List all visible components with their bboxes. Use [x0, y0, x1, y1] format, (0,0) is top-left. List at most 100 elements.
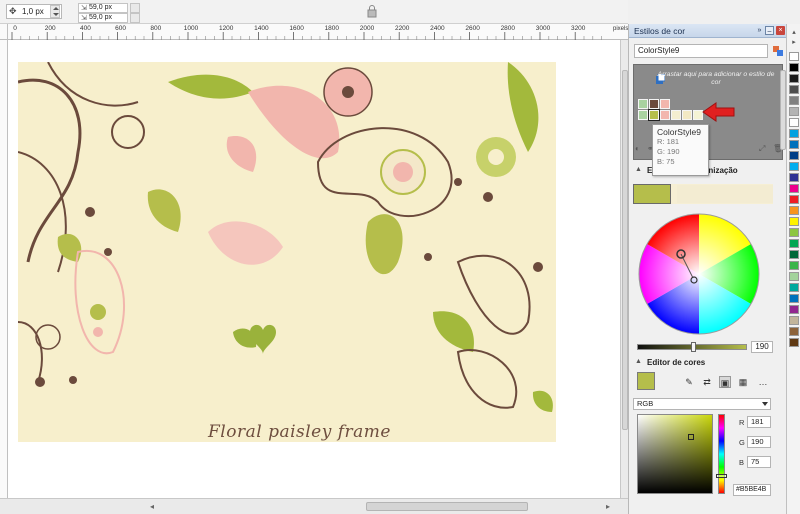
hue-strip-thumb[interactable]: [716, 474, 727, 478]
ruler-tick-label: 2600: [465, 25, 480, 32]
ruler-unit: pixels: [613, 26, 629, 32]
lock-icon[interactable]: [366, 4, 378, 18]
current-color-swatch[interactable]: [637, 372, 655, 390]
harmony-secondary-swatch[interactable]: [677, 185, 773, 203]
minimize-icon[interactable]: –: [765, 26, 774, 35]
palette-swatch[interactable]: [789, 140, 799, 149]
swatch[interactable]: [638, 110, 648, 120]
chevron-right-icon[interactable]: »: [755, 26, 764, 35]
more-icon[interactable]: …: [757, 376, 769, 388]
palette-swatch[interactable]: [789, 63, 799, 72]
brightness-slider-thumb[interactable]: [691, 342, 696, 352]
palette-swatch[interactable]: [789, 151, 799, 160]
horizontal-ruler[interactable]: 0 200 400 600 800 1000 1200 1400 1600 1800 2000 220…: [0, 24, 628, 40]
r-value-field[interactable]: 181: [747, 416, 771, 428]
ruler-ticks: [11, 32, 602, 40]
palette-swatch[interactable]: [789, 107, 799, 116]
palette-swatch[interactable]: [789, 305, 799, 314]
palette-swatch[interactable]: [789, 129, 799, 138]
palette-swatch[interactable]: [789, 195, 799, 204]
color-style-name-field[interactable]: ColorStyle9: [634, 44, 768, 58]
palette-view-icon[interactable]: ▦: [737, 376, 749, 388]
palette-swatch[interactable]: [789, 85, 799, 94]
palette-swatch[interactable]: [789, 283, 799, 292]
palette-swatch[interactable]: [789, 162, 799, 171]
b-value-field[interactable]: 75: [747, 456, 771, 468]
nudge-spinner[interactable]: [50, 5, 60, 18]
duplicate-y-field[interactable]: ⇲ 59,0 px: [78, 13, 128, 23]
palette-swatch[interactable]: [789, 250, 799, 259]
color-model-value: RGB: [637, 399, 654, 408]
palette-scroll-up-icon[interactable]: ▴: [789, 28, 799, 37]
vertical-ruler[interactable]: [0, 40, 8, 498]
palette-swatch[interactable]: [789, 316, 799, 325]
palette-swatch[interactable]: [789, 239, 799, 248]
swap-icon[interactable]: ⇄: [701, 376, 713, 388]
collapse-icon[interactable]: ▲: [635, 358, 642, 365]
palette-swatch[interactable]: [789, 96, 799, 105]
palette-swatch[interactable]: [789, 184, 799, 193]
palette-swatch[interactable]: [789, 294, 799, 303]
palette-swatch[interactable]: [789, 228, 799, 237]
color-editor-header[interactable]: ▲ Editor de cores: [633, 358, 783, 370]
ruler-tick-label: 1000: [183, 25, 199, 32]
hex-value-field[interactable]: #B5BE4B: [733, 484, 771, 496]
color-wheel[interactable]: [637, 212, 761, 336]
palette-swatch[interactable]: [789, 74, 799, 83]
picker-handle[interactable]: [688, 434, 694, 440]
palette-swatch[interactable]: [789, 217, 799, 226]
sliders-icon[interactable]: ▣: [719, 376, 731, 388]
swatch[interactable]: [671, 110, 681, 120]
ruler-tick-label: 2200: [394, 25, 410, 32]
swatch[interactable]: [649, 99, 659, 109]
duplicate-y-value: 59,0 px: [89, 14, 112, 21]
artwork-canvas[interactable]: Floral paisley frame: [18, 62, 556, 442]
brightness-value[interactable]: 190: [751, 341, 773, 353]
horizontal-scroll-thumb[interactable]: [366, 502, 528, 511]
swatch[interactable]: [682, 110, 692, 120]
swatch[interactable]: [638, 99, 648, 109]
vertical-scrollbar[interactable]: [620, 40, 628, 498]
nudge-icon: ✥: [9, 6, 17, 16]
swatch[interactable]: [660, 99, 670, 109]
palette-swatch[interactable]: [789, 272, 799, 281]
palette-swatch[interactable]: [789, 338, 799, 347]
ruler-tick-label: 1600: [289, 25, 304, 32]
hue-strip[interactable]: [718, 414, 725, 494]
swatch[interactable]: [660, 110, 670, 120]
color-model-select[interactable]: RGB: [633, 398, 771, 410]
ruler-tick-label: 3000: [535, 25, 551, 32]
b-label: B: [739, 458, 745, 467]
harmony-main-swatch[interactable]: [633, 184, 671, 204]
docker-title-bar: Estilos de cor » – ×: [629, 24, 787, 38]
scroll-left-icon[interactable]: ◂: [150, 502, 154, 511]
duplicate-icon: ⇲: [81, 5, 87, 12]
duplicate-x-spinner[interactable]: [130, 3, 140, 13]
ruler-tick-label: 1200: [218, 25, 234, 32]
import-icon[interactable]: [772, 45, 784, 57]
palette-icon[interactable]: ◐: [635, 144, 645, 154]
palette-swatch[interactable]: [789, 261, 799, 270]
horizontal-scrollbar[interactable]: ◂ ▸: [0, 498, 628, 514]
ruler-tick-label: 1800: [324, 25, 340, 32]
palette-swatch[interactable]: [789, 206, 799, 215]
duplicate-y-spinner[interactable]: [130, 13, 140, 23]
palette-flyout-icon[interactable]: ▸: [789, 38, 799, 47]
color-editor-title: Editor de cores: [647, 358, 706, 367]
palette-swatch[interactable]: [789, 173, 799, 182]
palette-swatch[interactable]: [789, 52, 799, 61]
ruler-tick-label: 2400: [430, 25, 445, 32]
close-icon[interactable]: ×: [776, 26, 785, 35]
palette-swatch[interactable]: [789, 327, 799, 336]
ruler-tick-label: 2000: [359, 25, 375, 32]
color-picker-square[interactable]: [637, 414, 713, 494]
swatch-selected[interactable]: [648, 109, 660, 121]
eyedropper-icon[interactable]: ✎: [683, 376, 695, 388]
tooltip-r: R: 181: [657, 137, 680, 146]
collapse-icon[interactable]: ▲: [635, 166, 642, 173]
apply-style-icon[interactable]: ⤢: [759, 144, 769, 154]
palette-swatch[interactable]: [789, 118, 799, 127]
duplicate-x-field[interactable]: ⇲ 59,0 px: [78, 3, 128, 13]
g-value-field[interactable]: 190: [747, 436, 771, 448]
scroll-right-icon[interactable]: ▸: [606, 502, 610, 511]
